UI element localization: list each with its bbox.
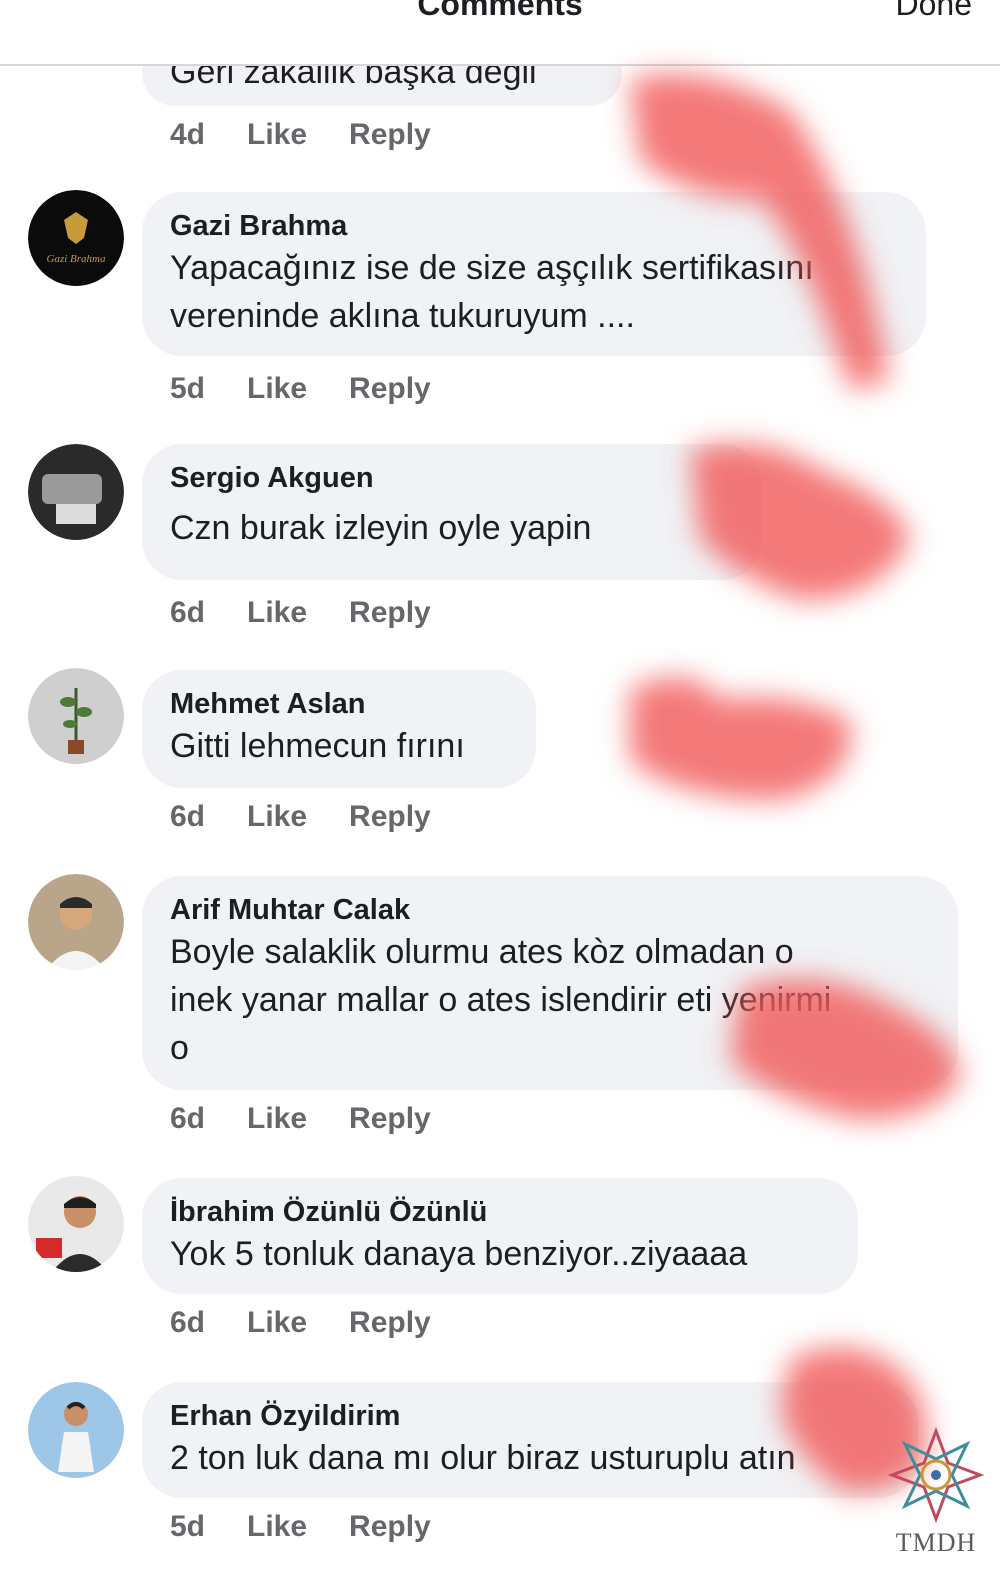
comment-meta: 6d Like Reply	[170, 1102, 431, 1136]
comment-age: 6d	[170, 800, 206, 833]
comment-bubble: İbrahim Özünlü Özünlü Yok 5 tonluk danay…	[142, 1178, 858, 1294]
svg-text:Gazi Brahma: Gazi Brahma	[47, 253, 106, 265]
comment-text: Gitti lehmecun fırını	[170, 727, 465, 765]
comment-author[interactable]: Sergio Akguen	[170, 460, 734, 496]
comment-bubble: Arif Muhtar Calak Boyle salaklik olurmu …	[142, 876, 958, 1090]
reply-button[interactable]: Reply	[349, 1102, 431, 1136]
comment-age: 6d	[170, 1102, 206, 1135]
comment-meta: 5d Like Reply	[170, 1510, 431, 1544]
avatar[interactable]: Gazi Brahma	[28, 190, 124, 286]
watermark-logo	[887, 1426, 985, 1524]
page-title: Comments	[417, 0, 583, 22]
like-button[interactable]: Like	[247, 118, 307, 152]
like-button[interactable]: Like	[247, 800, 307, 834]
comment-meta: 6d Like Reply	[170, 800, 431, 834]
comment-meta: 5d Like Reply	[170, 372, 431, 406]
watermark-text: TMDH	[895, 1528, 977, 1557]
comment-meta: 4d Like Reply	[170, 118, 431, 152]
reply-button[interactable]: Reply	[349, 1306, 431, 1340]
comment-author[interactable]: Erhan Özyildirim	[170, 1398, 890, 1434]
comment-text: 2 ton luk dana mı olur biraz usturuplu a…	[170, 1439, 796, 1477]
comment-bubble: Erhan Özyildirim 2 ton luk dana mı olur …	[142, 1382, 918, 1498]
like-button[interactable]: Like	[247, 372, 307, 406]
avatar[interactable]	[28, 1382, 124, 1478]
reply-button[interactable]: Reply	[349, 800, 431, 834]
comment-meta: 6d Like Reply	[170, 596, 431, 630]
comments-header: Comments Done	[0, 0, 1000, 66]
comment-age: 6d	[170, 1306, 206, 1339]
like-button[interactable]: Like	[247, 1510, 307, 1544]
comment-author[interactable]: Mehmet Aslan	[170, 686, 508, 722]
like-button[interactable]: Like	[247, 1306, 307, 1340]
done-button[interactable]: Done	[896, 0, 973, 23]
comment-text: Yapacağınız ise de size aşçılık sertifik…	[170, 249, 814, 335]
comment-text: Boyle salaklik olurmu ates kòz olmadan o…	[170, 933, 832, 1067]
comment-author[interactable]: Arif Muhtar Calak	[170, 892, 930, 928]
comment-author[interactable]: İbrahim Özünlü Özünlü	[170, 1194, 830, 1230]
reply-button[interactable]: Reply	[349, 1510, 431, 1544]
reply-button[interactable]: Reply	[349, 118, 431, 152]
reply-button[interactable]: Reply	[349, 372, 431, 406]
avatar[interactable]	[28, 1176, 124, 1272]
comment-bubble: Gazi Brahma Yapacağınız ise de size aşçı…	[142, 192, 926, 356]
comment-author[interactable]: Gazi Brahma	[170, 208, 898, 244]
comment-age: 5d	[170, 1510, 206, 1543]
comment-bubble: Mehmet Aslan Gitti lehmecun fırını	[142, 670, 536, 788]
comment-text: Yok 5 tonluk danaya benziyor..ziyaaaa	[170, 1235, 748, 1273]
watermark: TMDH	[886, 1426, 986, 1558]
avatar[interactable]	[28, 668, 124, 764]
reply-button[interactable]: Reply	[349, 596, 431, 630]
avatar[interactable]	[28, 874, 124, 970]
comment-age: 4d	[170, 118, 206, 151]
like-button[interactable]: Like	[247, 1102, 307, 1136]
comment-bubble: Sergio Akguen Czn burak izleyin oyle yap…	[142, 444, 762, 580]
comment-age: 6d	[170, 596, 206, 629]
like-button[interactable]: Like	[247, 596, 307, 630]
comment-age: 5d	[170, 372, 206, 405]
avatar[interactable]	[28, 444, 124, 540]
comment-text: Czn burak izleyin oyle yapin	[170, 509, 592, 547]
comment-meta: 6d Like Reply	[170, 1306, 431, 1340]
